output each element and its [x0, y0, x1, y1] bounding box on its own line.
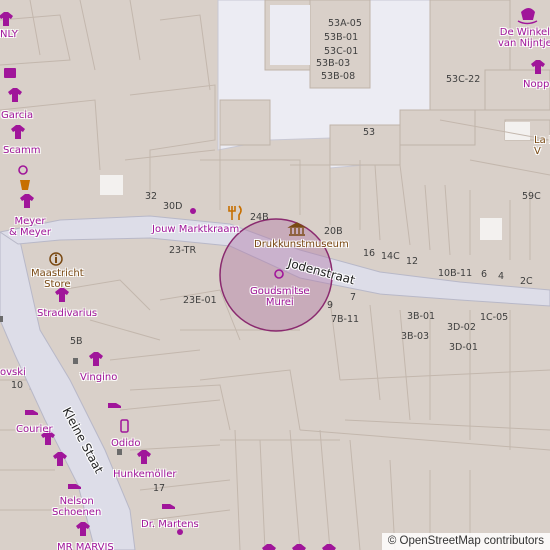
house-number: 53A-05 — [328, 18, 362, 29]
house-number: 3D-02 — [447, 322, 476, 333]
house-number: 53B-03 — [316, 58, 351, 69]
courtyard-patch — [505, 122, 530, 140]
poi-label-hunkemoller[interactable]: Hunkemöller — [113, 469, 176, 480]
poi-label-garcia[interactable]: Garcia — [1, 110, 33, 121]
house-number: 53C-22 — [446, 74, 481, 85]
house-number: 3B-03 — [401, 331, 430, 342]
poi-label-nelson-schoenen[interactable]: Nelson Schoenen — [52, 496, 101, 518]
house-number: 16 — [363, 248, 376, 259]
poi-label-odido[interactable]: Odido — [111, 438, 140, 449]
poi-label-vingino[interactable]: Vingino — [80, 372, 117, 383]
house-number: 7 — [350, 292, 357, 303]
house-number: 30D — [163, 201, 183, 212]
house-number: 53B-08 — [321, 71, 356, 82]
house-number: 53C-01 — [324, 46, 359, 57]
house-number: 53 — [363, 127, 376, 138]
house-number: 10B-11 — [438, 268, 473, 279]
poi-label-drukkunstmuseum[interactable]: Drukkunstmuseum — [254, 239, 349, 250]
poi-label-stradivarius[interactable]: Stradivarius — [37, 308, 97, 319]
house-number: 6 — [481, 269, 488, 280]
poi-label-jouw-marktkraam[interactable]: Jouw Marktkraam — [152, 224, 239, 235]
poi-label-mr-marvis[interactable]: MR MARVIS — [57, 542, 114, 550]
house-number: 12 — [406, 256, 419, 267]
house-number: 3D-01 — [449, 342, 478, 353]
house-number: 23-TR — [169, 245, 197, 256]
map-canvas[interactable]: Jodenstraat Kleine Staat 53A-05 53B-01 5… — [0, 0, 550, 550]
house-number: 23E-01 — [183, 295, 217, 306]
poi-label-nly[interactable]: NLY — [0, 29, 18, 40]
house-number: 9 — [327, 300, 334, 311]
poi-label-la-l[interactable]: La L V — [534, 135, 550, 157]
house-number: 4 — [498, 271, 505, 282]
house-number: 14C — [381, 251, 400, 262]
house-number: 10 — [11, 380, 24, 391]
poi-label-courier[interactable]: Courier — [16, 424, 53, 435]
poi-label-meyer-meyer[interactable]: Meyer & Meyer — [9, 216, 51, 238]
poi-label-dr-martens[interactable]: Dr. Martens — [141, 519, 199, 530]
courtyard-patch — [100, 175, 123, 195]
courtyard-patch — [480, 218, 502, 240]
house-number: 3B-01 — [407, 311, 436, 322]
poi-label-de-winkel-van-nijntje[interactable]: De Winkel van Nijntje — [498, 27, 550, 49]
house-number: 24B — [250, 212, 269, 223]
house-number: 17 — [153, 483, 166, 494]
house-number: 2C — [520, 276, 533, 287]
attribution-link[interactable]: © OpenStreetMap contributors — [381, 533, 550, 550]
poi-label-scamm[interactable]: Scamm — [3, 145, 40, 156]
house-number: 5B — [70, 336, 83, 347]
house-number: 59C — [522, 191, 541, 202]
house-number: 32 — [145, 191, 158, 202]
house-number: 7B-11 — [331, 314, 360, 325]
poi-label-maastricht-store[interactable]: Maastricht Store — [31, 268, 84, 290]
house-number: 1C-05 — [480, 312, 509, 323]
poi-label-ovski[interactable]: ovski — [0, 367, 26, 378]
house-number: 53B-01 — [324, 32, 359, 43]
courtyard-patch — [270, 5, 310, 65]
poi-label-goudsmitse-murei[interactable]: Goudsmitse Murei — [250, 286, 310, 308]
poi-label-nopp[interactable]: Nopp — [523, 79, 549, 90]
house-number: 20B — [324, 226, 343, 237]
